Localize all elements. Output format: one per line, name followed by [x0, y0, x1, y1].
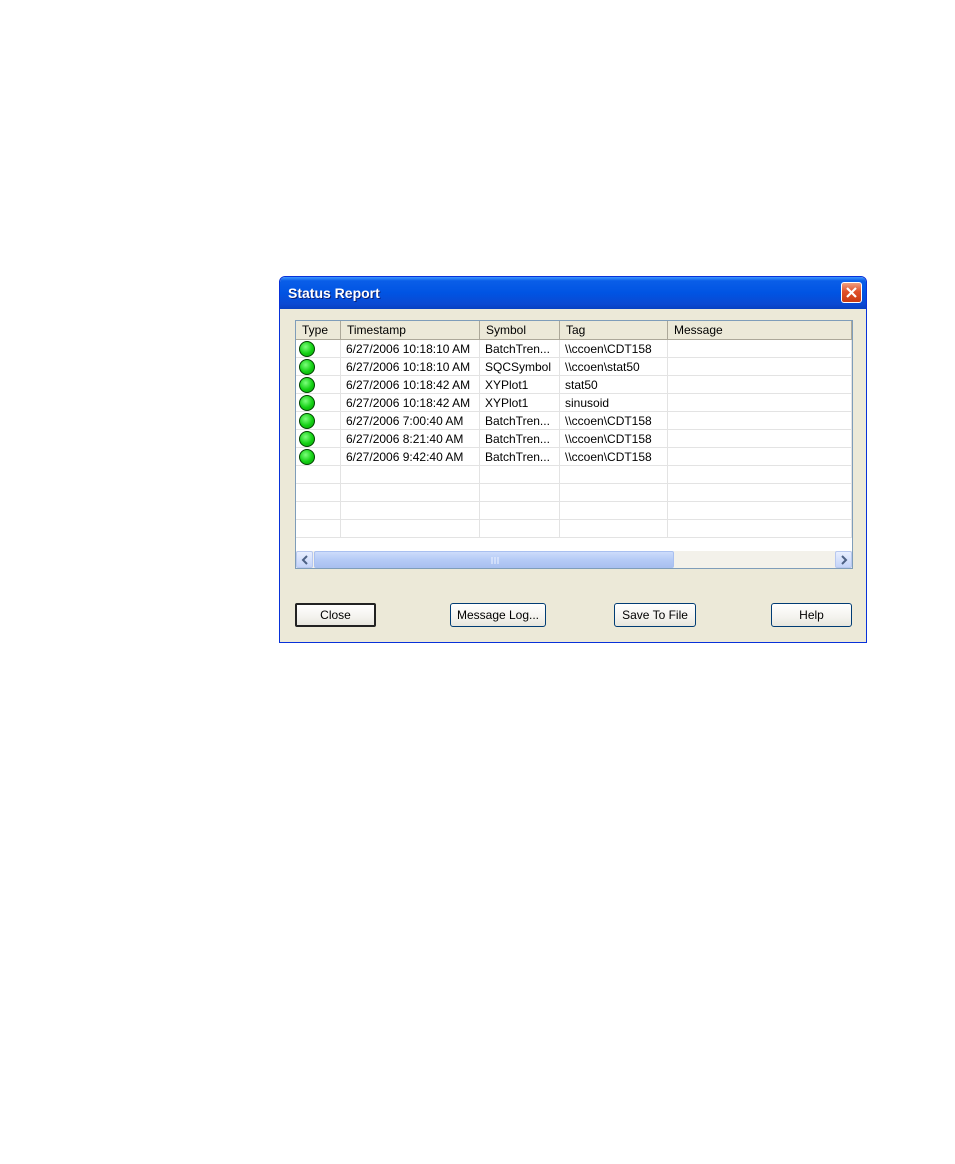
message-cell — [668, 340, 852, 358]
empty-cell — [341, 466, 480, 484]
symbol-cell: XYPlot1 — [480, 394, 560, 412]
empty-cell — [480, 466, 560, 484]
empty-row — [296, 466, 852, 484]
green-status-icon — [299, 377, 315, 393]
tag-cell: \\ccoen\CDT158 — [560, 448, 668, 466]
empty-cell — [480, 502, 560, 520]
green-status-icon — [299, 395, 315, 411]
symbol-cell: XYPlot1 — [480, 376, 560, 394]
timestamp-cell: 6/27/2006 9:42:40 AM — [341, 448, 480, 466]
empty-cell — [668, 466, 852, 484]
list-header: Type Timestamp Symbol Tag Message — [296, 321, 852, 340]
horizontal-scrollbar[interactable] — [296, 551, 852, 568]
symbol-cell: BatchTren... — [480, 412, 560, 430]
message-cell — [668, 412, 852, 430]
timestamp-cell: 6/27/2006 10:18:10 AM — [341, 358, 480, 376]
type-cell — [296, 412, 341, 430]
table-row[interactable]: 6/27/2006 10:18:10 AM BatchTren... \\ccoen… — [296, 340, 852, 358]
symbol-cell: BatchTren... — [480, 430, 560, 448]
empty-cell — [560, 484, 668, 502]
empty-cell — [668, 484, 852, 502]
green-status-icon — [299, 359, 315, 375]
type-cell — [296, 340, 341, 358]
empty-row — [296, 520, 852, 538]
empty-cell — [480, 484, 560, 502]
tag-cell: \\ccoen\CDT158 — [560, 430, 668, 448]
title-bar[interactable]: Status Report — [280, 277, 866, 309]
empty-cell — [296, 484, 341, 502]
message-cell — [668, 430, 852, 448]
table-row[interactable]: 6/27/2006 10:18:42 AM XYPlot1 stat50 — [296, 376, 852, 394]
empty-cell — [668, 520, 852, 538]
scroll-right-button[interactable] — [835, 551, 852, 568]
table-row[interactable]: 6/27/2006 10:18:10 AM SQCSymbol \\ccoen\st… — [296, 358, 852, 376]
tag-cell: \\ccoen\stat50 — [560, 358, 668, 376]
scroll-left-button[interactable] — [296, 551, 313, 568]
status-list[interactable]: Type Timestamp Symbol Tag Message 6/27/2006 … — [295, 320, 853, 569]
timestamp-cell: 6/27/2006 7:00:40 AM — [341, 412, 480, 430]
close-button[interactable]: Close — [295, 603, 376, 627]
empty-cell — [560, 466, 668, 484]
tag-cell: \\ccoen\CDT158 — [560, 340, 668, 358]
empty-cell — [560, 502, 668, 520]
message-cell — [668, 448, 852, 466]
arrow-left-icon — [301, 555, 308, 565]
tag-cell: sinusoid — [560, 394, 668, 412]
message-cell — [668, 394, 852, 412]
empty-cell — [296, 466, 341, 484]
empty-cell — [341, 520, 480, 538]
symbol-cell: SQCSymbol — [480, 358, 560, 376]
table-row[interactable]: 6/27/2006 10:18:42 AM XYPlot1 sinusoid — [296, 394, 852, 412]
timestamp-cell: 6/27/2006 8:21:40 AM — [341, 430, 480, 448]
empty-cell — [341, 502, 480, 520]
window-title: Status Report — [288, 285, 380, 301]
green-status-icon — [299, 413, 315, 429]
message-cell — [668, 376, 852, 394]
save-to-file-button[interactable]: Save To File — [614, 603, 696, 627]
type-cell — [296, 448, 341, 466]
type-cell — [296, 376, 341, 394]
timestamp-cell: 6/27/2006 10:18:10 AM — [341, 340, 480, 358]
status-report-dialog: Status Report Type Timestamp Symbol Tag Mess… — [279, 276, 867, 643]
green-status-icon — [299, 431, 315, 447]
help-button[interactable]: Help — [771, 603, 852, 627]
symbol-cell: BatchTren... — [480, 340, 560, 358]
green-status-icon — [299, 449, 315, 465]
arrow-right-icon — [841, 555, 848, 565]
empty-row — [296, 484, 852, 502]
green-status-icon — [299, 341, 315, 357]
message-log-button[interactable]: Message Log... — [450, 603, 546, 627]
close-window-button[interactable] — [841, 282, 862, 303]
close-icon — [846, 287, 857, 298]
column-header-tag[interactable]: Tag — [560, 321, 668, 340]
column-header-message[interactable]: Message — [668, 321, 852, 340]
empty-cell — [668, 502, 852, 520]
timestamp-cell: 6/27/2006 10:18:42 AM — [341, 394, 480, 412]
table-row[interactable]: 6/27/2006 9:42:40 AM BatchTren... \\ccoen\… — [296, 448, 852, 466]
grip-icon — [491, 557, 499, 564]
table-row[interactable]: 6/27/2006 7:00:40 AM BatchTren... \\ccoen\… — [296, 412, 852, 430]
empty-cell — [296, 520, 341, 538]
empty-cell — [341, 484, 480, 502]
type-cell — [296, 430, 341, 448]
type-cell — [296, 394, 341, 412]
column-header-symbol[interactable]: Symbol — [480, 321, 560, 340]
empty-row — [296, 502, 852, 520]
symbol-cell: BatchTren... — [480, 448, 560, 466]
message-cell — [668, 358, 852, 376]
column-header-timestamp[interactable]: Timestamp — [341, 321, 480, 340]
timestamp-cell: 6/27/2006 10:18:42 AM — [341, 376, 480, 394]
scroll-thumb[interactable] — [314, 551, 674, 568]
type-cell — [296, 358, 341, 376]
column-header-type[interactable]: Type — [296, 321, 341, 340]
empty-cell — [560, 520, 668, 538]
table-row[interactable]: 6/27/2006 8:21:40 AM BatchTren... \\ccoen\… — [296, 430, 852, 448]
tag-cell: stat50 — [560, 376, 668, 394]
empty-cell — [480, 520, 560, 538]
empty-cell — [296, 502, 341, 520]
tag-cell: \\ccoen\CDT158 — [560, 412, 668, 430]
